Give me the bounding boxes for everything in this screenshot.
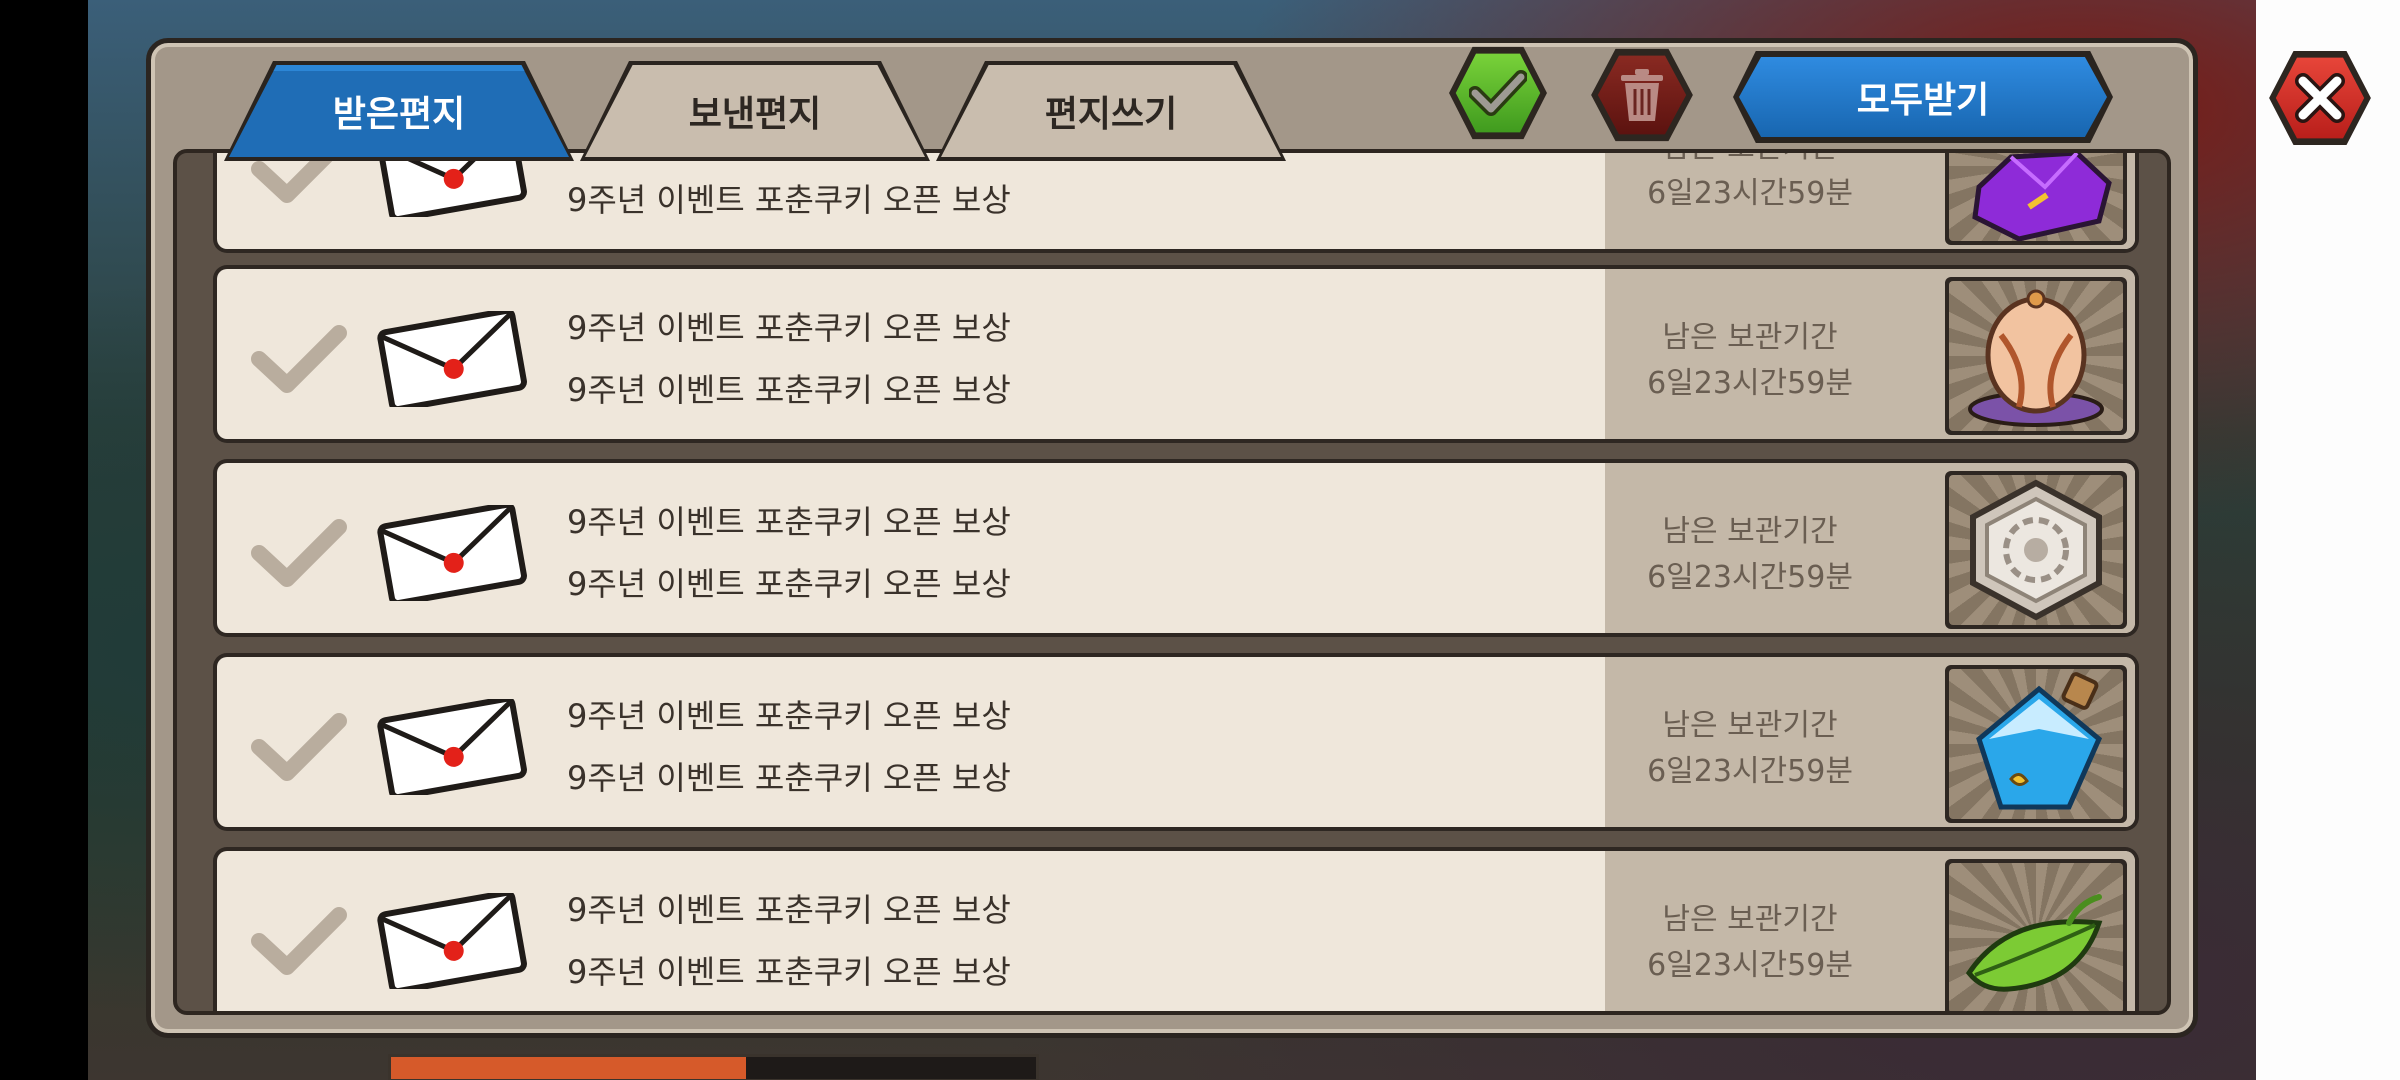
background-progress-bar: [388, 1054, 1039, 1080]
mail-title: 9주년 이벤트 포춘쿠키 오픈 보상: [567, 503, 1011, 541]
background-progress-fill: [391, 1057, 746, 1079]
retention-time: 6일23시간59분: [1647, 560, 1853, 595]
mail-description: 9주년 이벤트 포춘쿠키 오픈 보상: [567, 759, 1011, 797]
receive-all-label: 모두받기: [1739, 57, 2107, 137]
mail-row[interactable]: 9주년 이벤트 포춘쿠키 오픈 보상 9주년 이벤트 포춘쿠키 오픈 보상 남은…: [213, 847, 2139, 1011]
mail-title: 9주년 이벤트 포춘쿠키 오픈 보상: [567, 697, 1011, 735]
retention-time: 6일23시간59분: [1647, 176, 1853, 211]
mail-row[interactable]: 9주년 이벤트 포춘쿠키 오픈 보상 9주년 이벤트 포춘쿠키 오픈 보상 남은…: [213, 459, 2139, 637]
mail-list[interactable]: 9주년 이벤트 포춘쿠키 오픈 보상 9주년 이벤트 포춘쿠키 오픈 보상 남은…: [173, 149, 2171, 1015]
delete-button[interactable]: [1591, 48, 1693, 142]
close-icon: [2295, 73, 2345, 123]
retention-label: 남은 보관기간: [1662, 902, 1838, 937]
mail-row[interactable]: 9주년 이벤트 포춘쿠키 오픈 보상 9주년 이벤트 포춘쿠키 오픈 보상 남은…: [213, 653, 2139, 831]
reward-slot[interactable]: [1945, 471, 2127, 629]
retention-label: 남은 보관기간: [1662, 320, 1838, 355]
purple-gem-icon: [1972, 153, 2112, 241]
retention-label: 남은 보관기간: [1615, 153, 1885, 171]
reward-slot[interactable]: [1945, 859, 2127, 1011]
trash-icon: [1621, 69, 1663, 121]
mailbox-panel: 9주년 이벤트 포춘쿠키 오픈 보상 9주년 이벤트 포춘쿠키 오픈 보상 남은…: [146, 38, 2371, 1038]
blue-potion-icon: [1976, 672, 2103, 810]
reward-slot[interactable]: [1945, 665, 2127, 823]
check-mark-icon[interactable]: [251, 707, 347, 787]
green-leaf-icon: [1965, 894, 2103, 992]
select-all-button[interactable]: [1449, 46, 1547, 140]
reward-slot[interactable]: [1945, 153, 2127, 245]
envelope-icon: [377, 505, 527, 601]
mail-title: 9주년 이벤트 포춘쿠키 오픈 보상: [567, 309, 1011, 347]
retention-time: 6일23시간59분: [1647, 366, 1853, 401]
silver-emblem-icon: [1970, 479, 2102, 621]
golden-egg-icon: [1968, 289, 2104, 427]
mail-row[interactable]: 9주년 이벤트 포춘쿠키 오픈 보상 9주년 이벤트 포춘쿠키 오픈 보상 남은…: [213, 265, 2139, 443]
envelope-icon: [377, 893, 527, 989]
mail-description: 9주년 이벤트 포춘쿠키 오픈 보상: [567, 181, 1011, 219]
mail-description: 9주년 이벤트 포춘쿠키 오픈 보상: [567, 371, 1011, 409]
check-mark-icon[interactable]: [251, 901, 347, 981]
envelope-icon: [377, 699, 527, 795]
check-icon: [1469, 70, 1527, 116]
retention-label: 남은 보관기간: [1662, 708, 1838, 743]
tab-write-mail[interactable]: 편지쓰기: [941, 65, 1281, 157]
reward-slot[interactable]: [1945, 277, 2127, 435]
retention-time: 6일23시간59분: [1647, 754, 1853, 789]
mail-row[interactable]: 9주년 이벤트 포춘쿠키 오픈 보상 9주년 이벤트 포춘쿠키 오픈 보상 남은…: [213, 153, 2139, 253]
tab-sent-mail[interactable]: 보낸편지: [585, 65, 925, 157]
mail-description: 9주년 이벤트 포춘쿠키 오픈 보상: [567, 565, 1011, 603]
check-mark-icon[interactable]: [251, 319, 347, 399]
mail-description: 9주년 이벤트 포춘쿠키 오픈 보상: [567, 953, 1011, 991]
tab-received-mail[interactable]: 받은편지: [229, 65, 569, 157]
check-mark-icon[interactable]: [251, 513, 347, 593]
envelope-icon: [377, 311, 527, 407]
mail-title: 9주년 이벤트 포춘쿠키 오픈 보상: [567, 891, 1011, 929]
receive-all-button[interactable]: 모두받기: [1733, 51, 2113, 143]
retention-label: 남은 보관기간: [1662, 514, 1838, 549]
screen-margin: [2256, 0, 2400, 1080]
retention-time: 6일23시간59분: [1647, 948, 1853, 983]
